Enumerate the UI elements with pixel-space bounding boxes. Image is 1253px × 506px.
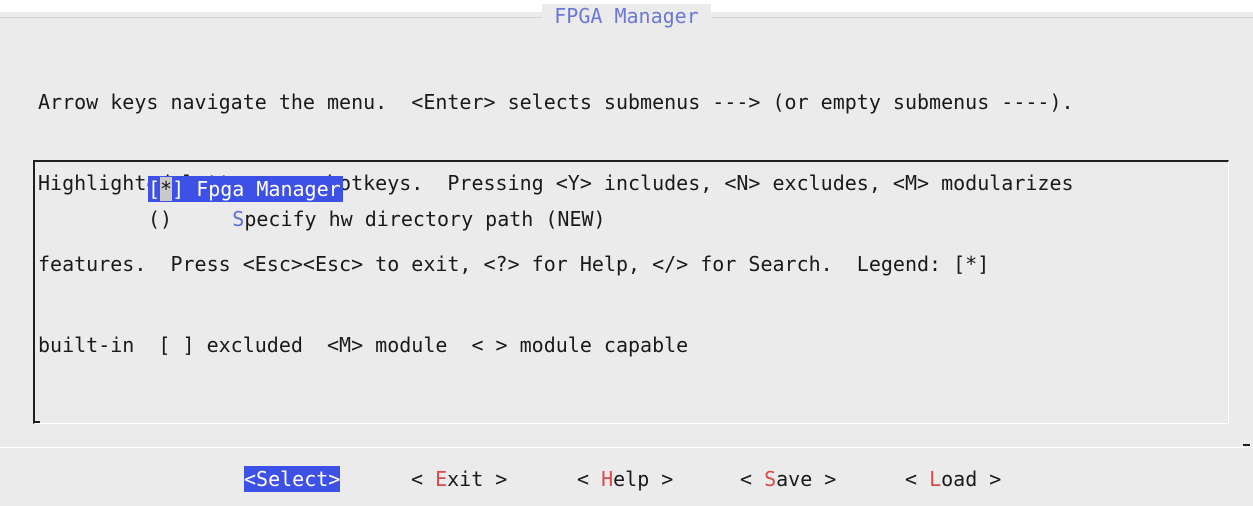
menu-item-label: pecify hw directory path (NEW)	[244, 207, 606, 231]
menu-item-label: Fpga Manager	[196, 177, 341, 201]
separator-mark	[1243, 444, 1250, 446]
exit-button[interactable]: < Exit >	[411, 466, 507, 492]
checkbox-mark[interactable]: *	[160, 177, 173, 201]
button-bracket: <	[411, 467, 436, 491]
help-line: Arrow keys navigate the menu. <Enter> se…	[38, 90, 1074, 114]
button-label: xit >	[447, 467, 508, 491]
help-button[interactable]: < Help >	[577, 466, 673, 492]
button-bracket: <	[577, 467, 602, 491]
checkbox-open: [	[148, 177, 161, 201]
button-separator	[0, 447, 1253, 448]
menu-item-fpga-manager[interactable]: [*] Fpga Manager	[148, 176, 343, 202]
menu-item-hw-directory-path[interactable]: () Specify hw directory path (NEW)	[148, 206, 606, 232]
menu-border-corner	[33, 421, 40, 423]
string-value-prefix: ()	[148, 207, 233, 231]
button-label: elp >	[613, 467, 674, 491]
checkbox-close: ]	[172, 177, 197, 201]
hotkey-letter: L	[929, 467, 942, 491]
load-button[interactable]: < Load >	[905, 466, 1001, 492]
dialog-title: FPGA Manager	[542, 4, 711, 28]
hotkey-letter: E	[435, 467, 448, 491]
hotkey-letter: S	[232, 207, 245, 231]
hotkey-letter: S	[764, 467, 777, 491]
hotkey-letter: H	[601, 467, 614, 491]
button-label: oad >	[941, 467, 1002, 491]
dialog-title-bar: FPGA Manager	[0, 4, 1253, 28]
button-bracket: <	[740, 467, 765, 491]
save-button[interactable]: < Save >	[740, 466, 836, 492]
button-label: ave >	[776, 467, 837, 491]
button-bracket: <	[905, 467, 930, 491]
select-button[interactable]: <Select>	[244, 466, 341, 492]
